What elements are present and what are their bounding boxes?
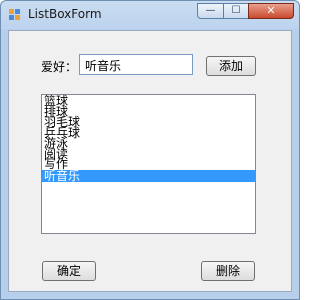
- maximize-button[interactable]: ☐: [223, 3, 249, 19]
- ok-button[interactable]: 确定: [42, 261, 96, 281]
- list-item[interactable]: 阅读: [42, 148, 255, 159]
- form-client-area: 爱好： 听音乐 添加 篮球 排球 羽毛球 乒乓球 游泳 阅读 写作 听音乐 确定…: [8, 30, 292, 292]
- app-icon: [9, 9, 20, 20]
- window: ListBoxForm — ☐ ✕ 爱好： 听音乐 添加 篮球 排球 羽毛球 乒…: [0, 0, 300, 300]
- list-item-selected[interactable]: 听音乐: [42, 169, 255, 182]
- hobby-listbox[interactable]: 篮球 排球 羽毛球 乒乓球 游泳 阅读 写作 听音乐: [41, 94, 256, 234]
- list-item[interactable]: 乒乓球: [42, 127, 255, 138]
- list-item[interactable]: 篮球: [42, 95, 255, 106]
- hobby-input[interactable]: 听音乐: [79, 54, 193, 75]
- close-button[interactable]: ✕: [248, 3, 294, 19]
- title-bar[interactable]: ListBoxForm — ☐ ✕: [1, 1, 299, 28]
- delete-button[interactable]: 删除: [201, 261, 255, 281]
- minimize-button[interactable]: —: [197, 3, 224, 19]
- window-title: ListBoxForm: [28, 7, 102, 21]
- list-item[interactable]: 游泳: [42, 137, 255, 148]
- add-button[interactable]: 添加: [206, 56, 256, 76]
- hobby-label: 爱好：: [41, 60, 78, 74]
- list-item[interactable]: 写作: [42, 158, 255, 169]
